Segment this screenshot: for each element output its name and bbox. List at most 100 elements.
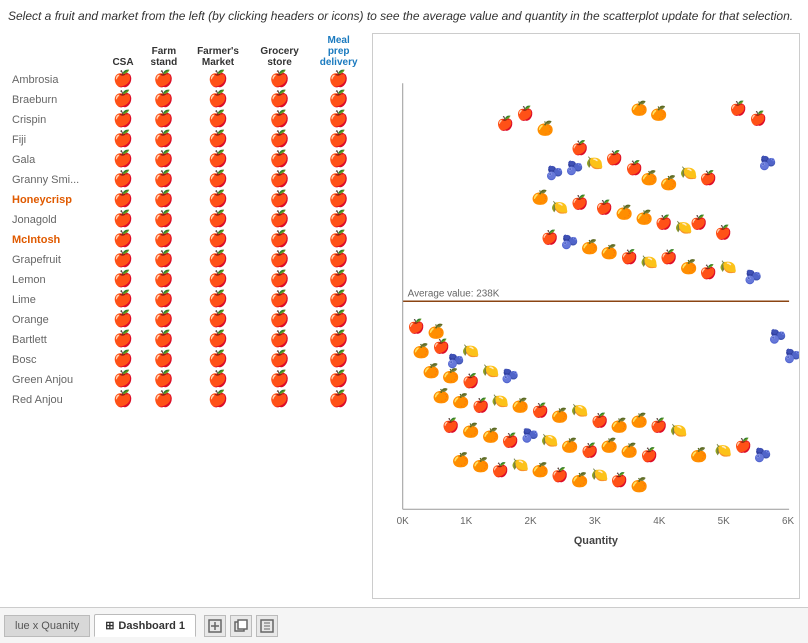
cell-csa[interactable]: 🍎	[104, 150, 141, 170]
table-row[interactable]: Braeburn🍎🍎🍎🍎🍎	[8, 90, 368, 110]
cell-meal[interactable]: 🍎	[309, 170, 368, 190]
table-row[interactable]: Honeycrisp🍎🍎🍎🍎🍎	[8, 190, 368, 210]
cell-meal[interactable]: 🍎	[309, 230, 368, 250]
col-header-grocery[interactable]: Grocerystore	[250, 33, 309, 70]
cell-farm[interactable]: 🍎	[142, 270, 186, 290]
fruit-name[interactable]: Honeycrisp	[8, 190, 104, 210]
cell-csa[interactable]: 🍎	[104, 90, 141, 110]
table-row[interactable]: Lemon🍎🍎🍎🍎🍎	[8, 270, 368, 290]
cell-farm[interactable]: 🍎	[142, 210, 186, 230]
cell-grocery[interactable]: 🍎	[250, 150, 309, 170]
cell-farmers[interactable]: 🍎	[186, 310, 250, 330]
cell-farmers[interactable]: 🍎	[186, 390, 250, 410]
cell-farm[interactable]: 🍎	[142, 170, 186, 190]
table-row[interactable]: McIntosh🍎🍎🍎🍎🍎	[8, 230, 368, 250]
col-header-farm[interactable]: Farmstand	[142, 33, 186, 70]
fruit-name[interactable]: Green Anjou	[8, 370, 104, 390]
cell-csa[interactable]: 🍎	[104, 270, 141, 290]
cell-grocery[interactable]: 🍎	[250, 370, 309, 390]
cell-meal[interactable]: 🍎	[309, 90, 368, 110]
fruit-name[interactable]: Bosc	[8, 350, 104, 370]
cell-farm[interactable]: 🍎	[142, 310, 186, 330]
cell-meal[interactable]: 🍎	[309, 130, 368, 150]
cell-grocery[interactable]: 🍎	[250, 270, 309, 290]
fruit-name[interactable]: Grapefruit	[8, 250, 104, 270]
cell-csa[interactable]: 🍎	[104, 170, 141, 190]
table-row[interactable]: Bartlett🍎🍎🍎🍎🍎	[8, 330, 368, 350]
table-row[interactable]: Crispin🍎🍎🍎🍎🍎	[8, 110, 368, 130]
cell-farmers[interactable]: 🍎	[186, 130, 250, 150]
cell-farmers[interactable]: 🍎	[186, 90, 250, 110]
cell-farm[interactable]: 🍎	[142, 330, 186, 350]
cell-csa[interactable]: 🍎	[104, 190, 141, 210]
cell-meal[interactable]: 🍎	[309, 310, 368, 330]
cell-farmers[interactable]: 🍎	[186, 190, 250, 210]
cell-grocery[interactable]: 🍎	[250, 230, 309, 250]
cell-csa[interactable]: 🍎	[104, 250, 141, 270]
cell-meal[interactable]: 🍎	[309, 370, 368, 390]
table-row[interactable]: Grapefruit🍎🍎🍎🍎🍎	[8, 250, 368, 270]
cell-grocery[interactable]: 🍎	[250, 70, 309, 90]
cell-meal[interactable]: 🍎	[309, 330, 368, 350]
cell-csa[interactable]: 🍎	[104, 370, 141, 390]
cell-meal[interactable]: 🍎	[309, 150, 368, 170]
cell-farm[interactable]: 🍎	[142, 370, 186, 390]
table-row[interactable]: Red Anjou🍎🍎🍎🍎🍎	[8, 390, 368, 410]
tab-dashboard1[interactable]: ⊞ Dashboard 1	[94, 614, 196, 637]
cell-meal[interactable]: 🍎	[309, 250, 368, 270]
table-row[interactable]: Fiji🍎🍎🍎🍎🍎	[8, 130, 368, 150]
cell-farmers[interactable]: 🍎	[186, 330, 250, 350]
fruit-name[interactable]: Bartlett	[8, 330, 104, 350]
cell-csa[interactable]: 🍎	[104, 230, 141, 250]
cell-farmers[interactable]: 🍎	[186, 290, 250, 310]
fruit-name[interactable]: Fiji	[8, 130, 104, 150]
table-row[interactable]: Gala🍎🍎🍎🍎🍎	[8, 150, 368, 170]
cell-farm[interactable]: 🍎	[142, 150, 186, 170]
cell-grocery[interactable]: 🍎	[250, 210, 309, 230]
cell-csa[interactable]: 🍎	[104, 110, 141, 130]
cell-farmers[interactable]: 🍎	[186, 270, 250, 290]
tab-partial[interactable]: lue x Quanity	[4, 615, 90, 637]
cell-farmers[interactable]: 🍎	[186, 150, 250, 170]
cell-farm[interactable]: 🍎	[142, 190, 186, 210]
cell-meal[interactable]: 🍎	[309, 390, 368, 410]
cell-csa[interactable]: 🍎	[104, 350, 141, 370]
table-row[interactable]: Lime🍎🍎🍎🍎🍎	[8, 290, 368, 310]
fruit-name[interactable]: Ambrosia	[8, 70, 104, 90]
cell-farmers[interactable]: 🍎	[186, 230, 250, 250]
table-row[interactable]: Bosc🍎🍎🍎🍎🍎	[8, 350, 368, 370]
cell-grocery[interactable]: 🍎	[250, 310, 309, 330]
cell-farm[interactable]: 🍎	[142, 390, 186, 410]
cell-meal[interactable]: 🍎	[309, 190, 368, 210]
col-header-meal[interactable]: Mealprepdelivery	[309, 33, 368, 70]
table-row[interactable]: Orange🍎🍎🍎🍎🍎	[8, 310, 368, 330]
fruit-name[interactable]: Crispin	[8, 110, 104, 130]
cell-grocery[interactable]: 🍎	[250, 170, 309, 190]
cell-meal[interactable]: 🍎	[309, 290, 368, 310]
cell-farm[interactable]: 🍎	[142, 70, 186, 90]
cell-farm[interactable]: 🍎	[142, 230, 186, 250]
cell-csa[interactable]: 🍎	[104, 70, 141, 90]
cell-farmers[interactable]: 🍎	[186, 350, 250, 370]
fruit-name[interactable]: Orange	[8, 310, 104, 330]
cell-grocery[interactable]: 🍎	[250, 110, 309, 130]
cell-grocery[interactable]: 🍎	[250, 130, 309, 150]
cell-farmers[interactable]: 🍎	[186, 170, 250, 190]
table-row[interactable]: Jonagold🍎🍎🍎🍎🍎	[8, 210, 368, 230]
export-icon[interactable]	[256, 615, 278, 637]
cell-farmers[interactable]: 🍎	[186, 70, 250, 90]
cell-grocery[interactable]: 🍎	[250, 350, 309, 370]
cell-csa[interactable]: 🍎	[104, 330, 141, 350]
cell-csa[interactable]: 🍎	[104, 290, 141, 310]
cell-farm[interactable]: 🍎	[142, 90, 186, 110]
cell-meal[interactable]: 🍎	[309, 350, 368, 370]
cell-csa[interactable]: 🍎	[104, 130, 141, 150]
fruit-name[interactable]: Red Anjou	[8, 390, 104, 410]
col-header-csa[interactable]: CSA	[104, 33, 141, 70]
cell-csa[interactable]: 🍎	[104, 390, 141, 410]
cell-grocery[interactable]: 🍎	[250, 90, 309, 110]
table-row[interactable]: Ambrosia🍎🍎🍎🍎🍎	[8, 70, 368, 90]
duplicate-sheet-icon[interactable]	[230, 615, 252, 637]
cell-grocery[interactable]: 🍎	[250, 290, 309, 310]
cell-meal[interactable]: 🍎	[309, 270, 368, 290]
